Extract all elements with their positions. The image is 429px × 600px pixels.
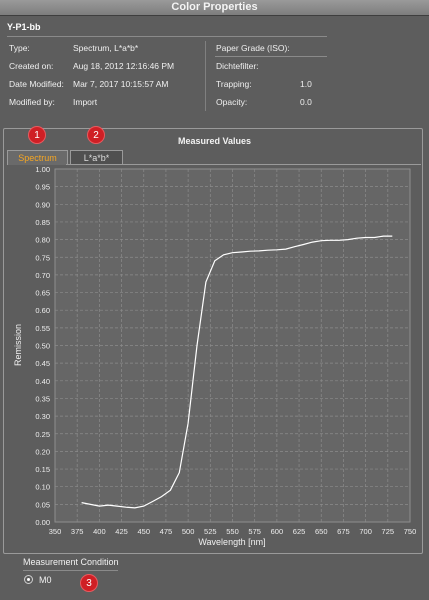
y-tick-labels: 0.00 0.05 0.10 0.15 0.20 0.25 0.30 0.35 0.40 0.45… bbox=[35, 165, 50, 527]
radio-selected-dot bbox=[27, 578, 30, 581]
y-tick-label: 0.20 bbox=[35, 447, 50, 456]
y-tick-label: 0.60 bbox=[35, 306, 50, 315]
x-tick-label: 725 bbox=[382, 527, 395, 536]
y-tick-label: 0.05 bbox=[35, 500, 50, 509]
x-tick-label: 600 bbox=[271, 527, 284, 536]
x-tick-label: 375 bbox=[71, 527, 84, 536]
x-tick-label: 475 bbox=[160, 527, 173, 536]
y-axis-label: Remission bbox=[13, 324, 23, 366]
y-tick-label: 0.40 bbox=[35, 377, 50, 386]
y-tick-label: 0.85 bbox=[35, 218, 50, 227]
x-tick-label: 400 bbox=[93, 527, 106, 536]
measurement-condition-divider bbox=[23, 570, 118, 571]
y-tick-label: 0.45 bbox=[35, 359, 50, 368]
y-tick-label: 0.75 bbox=[35, 253, 50, 262]
x-axis-label: Wavelength [nm] bbox=[198, 537, 265, 547]
x-tick-label: 350 bbox=[49, 527, 62, 536]
y-tick-label: 0.80 bbox=[35, 236, 50, 245]
y-tick-label: 0.35 bbox=[35, 394, 50, 403]
y-tick-label: 0.70 bbox=[35, 271, 50, 280]
y-tick-label: 0.95 bbox=[35, 183, 50, 192]
y-tick-label: 0.25 bbox=[35, 430, 50, 439]
x-tick-label: 425 bbox=[115, 527, 128, 536]
x-tick-label: 750 bbox=[404, 527, 417, 536]
m0-radio-button[interactable] bbox=[24, 575, 33, 584]
y-tick-label: 0.15 bbox=[35, 465, 50, 474]
x-tick-label: 625 bbox=[293, 527, 306, 536]
x-tick-label: 700 bbox=[359, 527, 372, 536]
x-tick-label: 500 bbox=[182, 527, 195, 536]
x-tick-label: 675 bbox=[337, 527, 350, 536]
x-tick-label: 525 bbox=[204, 527, 217, 536]
y-tick-label: 0.30 bbox=[35, 412, 50, 421]
y-tick-label: 0.10 bbox=[35, 483, 50, 492]
callout-badge-3: 3 bbox=[80, 574, 98, 592]
y-tick-label: 0.90 bbox=[35, 200, 50, 209]
spectrum-chart: 0.00 0.05 0.10 0.15 0.20 0.25 0.30 0.35 0.40 0.45… bbox=[13, 165, 417, 547]
measurement-condition-label: Measurement Condition bbox=[23, 557, 119, 567]
y-tick-label: 0.65 bbox=[35, 289, 50, 298]
y-tick-label: 0.00 bbox=[35, 518, 50, 527]
x-tick-label: 450 bbox=[137, 527, 150, 536]
m0-radio-label[interactable]: M0 bbox=[39, 575, 52, 585]
x-tick-label: 650 bbox=[315, 527, 328, 536]
x-tick-label: 575 bbox=[248, 527, 261, 536]
x-tick-label: 550 bbox=[226, 527, 239, 536]
y-tick-label: 0.55 bbox=[35, 324, 50, 333]
y-tick-label: 0.50 bbox=[35, 342, 50, 351]
x-tick-labels: 350 375 400 425 450 475 500 525 550 575 600 625 650 6… bbox=[49, 527, 417, 536]
y-tick-label: 1.00 bbox=[35, 165, 50, 174]
